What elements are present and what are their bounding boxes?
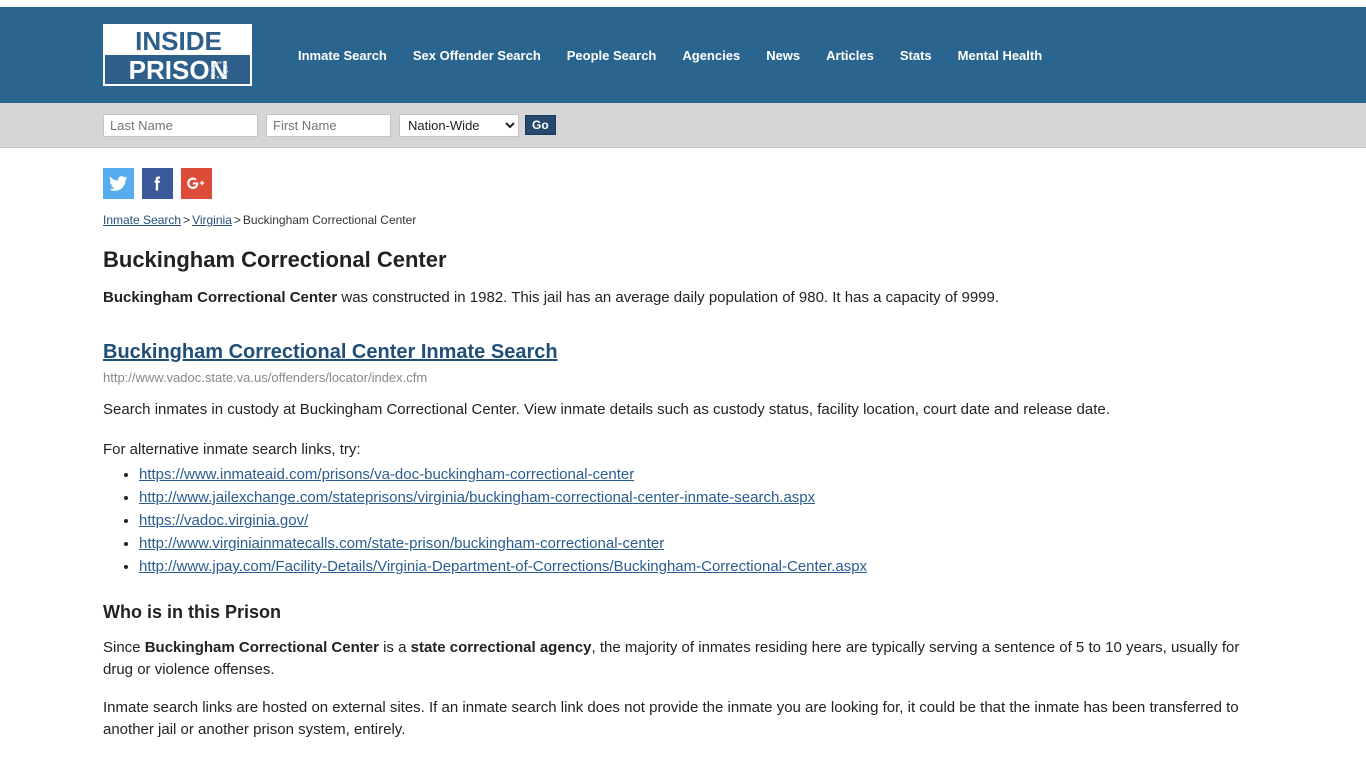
list-item: https://www.inmateaid.com/prisons/va-doc… xyxy=(139,463,1263,486)
top-white-strip xyxy=(0,0,1366,7)
page-content: Inmate Search > Virginia > Buckingham Correc… xyxy=(0,148,1366,741)
last-name-input[interactable] xyxy=(103,113,258,137)
nav-item-articles[interactable]: Articles xyxy=(813,44,887,67)
intro-rest: was constructed in 1982. This jail has a… xyxy=(337,289,1000,306)
social-share-row xyxy=(103,148,1263,213)
gear-icon xyxy=(211,61,228,78)
nav-item-agencies[interactable]: Agencies xyxy=(669,44,753,67)
alt-link-jpay[interactable]: http://www.jpay.com/Facility-Details/Vir… xyxy=(139,558,867,575)
inmate-search-link[interactable]: Buckingham Correctional Center Inmate Se… xyxy=(103,341,558,364)
logo-bottom-half: PRISON xyxy=(105,55,250,84)
logo-top-half: INSIDE xyxy=(105,26,250,55)
who-section-title: Who is in this Prison xyxy=(103,602,282,622)
breadcrumb-separator-1: > xyxy=(183,213,191,227)
breadcrumb-current: Buckingham Correctional Center xyxy=(242,213,417,227)
nav-item-sex-offender-search[interactable]: Sex Offender Search xyxy=(400,44,554,67)
breadcrumb-link-virginia[interactable]: Virginia xyxy=(192,213,232,227)
alt-link-jailexchange[interactable]: http://www.jailexchange.com/stateprisons… xyxy=(139,489,815,506)
who-p1-a: Since xyxy=(103,639,145,656)
google-plus-icon[interactable] xyxy=(181,168,212,199)
alt-link-virginiainmatecalls[interactable]: http://www.virginiainmatecalls.com/state… xyxy=(139,535,664,552)
search-description: Search inmates in custody at Buckingham … xyxy=(103,401,1110,418)
go-button[interactable]: Go xyxy=(525,115,556,135)
nav-item-news[interactable]: News xyxy=(753,44,813,67)
list-item: https://vadoc.virginia.gov/ xyxy=(139,509,1263,532)
facebook-icon[interactable] xyxy=(142,168,173,199)
intro-paragraph: Buckingham Correctional Center was const… xyxy=(103,287,1263,309)
breadcrumb-link-inmate-search[interactable]: Inmate Search xyxy=(103,213,181,227)
logo-inside-text: INSIDE xyxy=(135,25,222,56)
site-logo[interactable]: INSIDE PRISON xyxy=(103,24,252,86)
list-item: http://www.jailexchange.com/stateprisons… xyxy=(139,486,1263,509)
alt-links-intro: For alternative inmate search links, try… xyxy=(103,441,361,458)
nav-item-stats[interactable]: Stats xyxy=(887,44,945,67)
twitter-icon[interactable] xyxy=(103,168,134,199)
alt-links-list: https://www.inmateaid.com/prisons/va-doc… xyxy=(103,463,1263,578)
nav-item-mental-health[interactable]: Mental Health xyxy=(945,44,1056,67)
list-item: http://www.virginiainmatecalls.com/state… xyxy=(139,532,1263,555)
nav-item-people-search[interactable]: People Search xyxy=(554,44,670,67)
breadcrumb: Inmate Search > Virginia > Buckingham Correc… xyxy=(103,213,1263,235)
list-item: http://www.jpay.com/Facility-Details/Vir… xyxy=(139,555,1263,578)
nav-item-inmate-search[interactable]: Inmate Search xyxy=(285,44,400,67)
breadcrumb-separator-2: > xyxy=(233,213,241,227)
quick-search-bar: Nation-Wide Go xyxy=(0,103,1366,148)
external-sites-note: Inmate search links are hosted on extern… xyxy=(103,699,1239,738)
who-p1-facility: Buckingham Correctional Center xyxy=(144,639,379,656)
alt-link-vadoc[interactable]: https://vadoc.virginia.gov/ xyxy=(139,512,308,529)
alt-link-inmateaid[interactable]: https://www.inmateaid.com/prisons/va-doc… xyxy=(139,466,634,483)
site-header: INSIDE PRISON Inmate Search Sex Offender… xyxy=(0,7,1366,103)
who-paragraph: Since Buckingham Correctional Center is … xyxy=(103,637,1263,681)
intro-facility-name: Buckingham Correctional Center xyxy=(103,289,338,306)
main-navigation: Inmate Search Sex Offender Search People… xyxy=(285,44,1055,67)
first-name-input[interactable] xyxy=(266,113,391,137)
inmate-search-url: http://www.vadoc.state.va.us/offenders/l… xyxy=(103,370,428,385)
scope-select[interactable]: Nation-Wide xyxy=(399,113,519,137)
who-p1-c: is a xyxy=(378,639,411,656)
who-p1-agency-type: state correctional agency xyxy=(410,639,592,656)
page-title: Buckingham Correctional Center xyxy=(103,247,447,272)
